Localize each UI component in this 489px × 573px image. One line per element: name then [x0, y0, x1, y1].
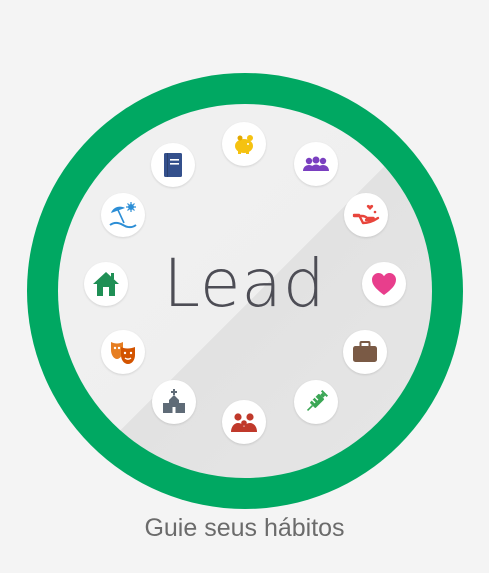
briefcase-icon: [353, 341, 377, 362]
family-icon: [231, 413, 257, 432]
syringe-icon: [306, 389, 329, 412]
habit-work-button[interactable]: [343, 330, 387, 374]
habit-health-button[interactable]: [294, 380, 338, 424]
habit-heart-button[interactable]: [362, 262, 406, 306]
beach-icon: [109, 202, 137, 229]
charity-hand-icon: [352, 204, 380, 225]
tagline: Guie seus hábitos: [144, 514, 345, 542]
home-icon: [93, 272, 119, 296]
habit-group-button[interactable]: [294, 142, 338, 186]
habit-piggy-bank-button[interactable]: [222, 122, 266, 166]
habit-home-button[interactable]: [84, 262, 128, 306]
habit-leisure-button[interactable]: [101, 193, 145, 237]
habit-family-button[interactable]: [222, 400, 266, 444]
habit-culture-button[interactable]: [101, 330, 145, 374]
piggy-bank-icon: [235, 135, 253, 154]
group-icon: [303, 156, 329, 171]
heart-icon: [372, 273, 396, 295]
church-icon: [163, 389, 185, 413]
habit-study-button[interactable]: [151, 143, 195, 187]
habit-faith-button[interactable]: [152, 380, 196, 424]
book-icon: [164, 153, 182, 177]
theater-masks-icon: [111, 342, 135, 364]
app-logo-text: Lead: [163, 245, 326, 322]
habit-charity-button[interactable]: [344, 193, 388, 237]
